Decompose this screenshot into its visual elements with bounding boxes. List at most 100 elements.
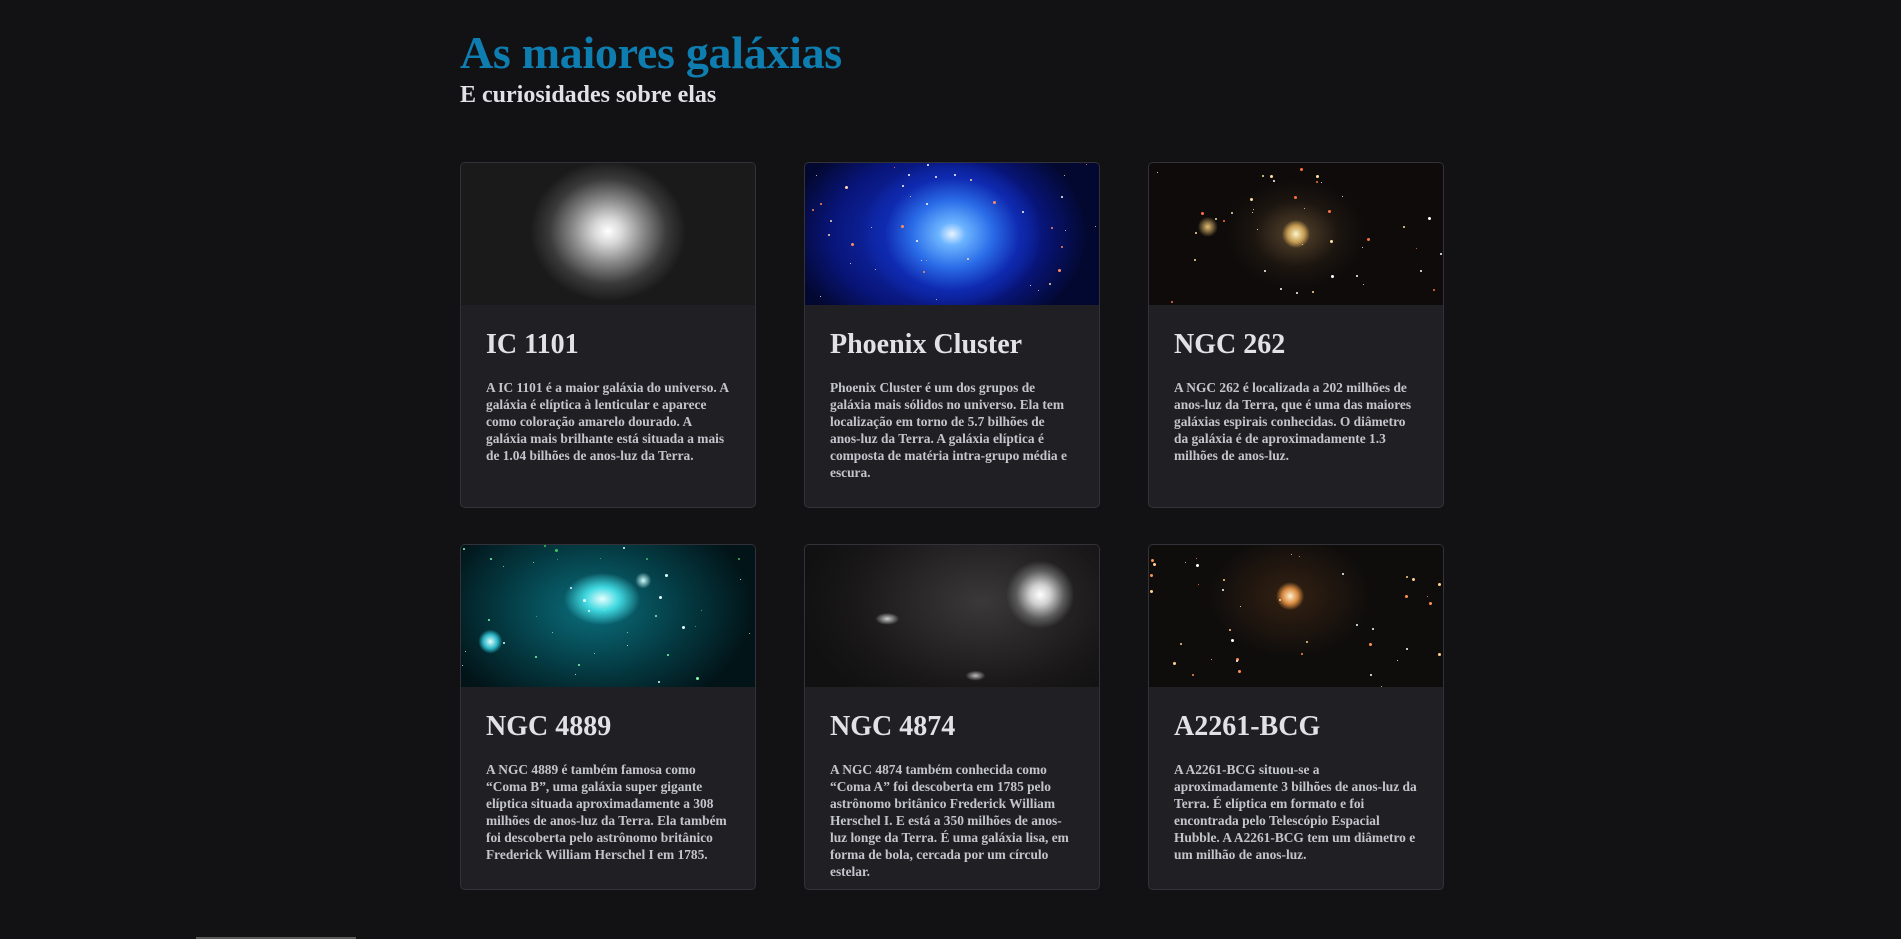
star-dot xyxy=(1302,243,1304,245)
star-dot xyxy=(1341,572,1344,575)
star-dot xyxy=(1429,602,1433,606)
star-dot xyxy=(655,614,658,617)
star-dot xyxy=(926,164,929,167)
star-dot xyxy=(820,202,823,205)
star-dot xyxy=(1363,283,1365,285)
star-dot xyxy=(552,632,554,634)
galaxy-description: A NGC 262 é localizada a 202 milhões de … xyxy=(1174,380,1412,464)
star-dot xyxy=(1316,175,1320,179)
star-dot xyxy=(1173,662,1177,666)
card-body: NGC 262 A NGC 262 é localizada a 202 mil… xyxy=(1149,305,1443,474)
star-dot xyxy=(1290,554,1292,556)
star-dot xyxy=(909,195,911,197)
star-dot xyxy=(1198,584,1200,586)
star-dot xyxy=(1331,275,1335,279)
star-dot xyxy=(1299,556,1301,558)
star-dot xyxy=(1149,589,1153,593)
galaxy-card-ngc-262[interactable]: NGC 262 A NGC 262 é localizada a 202 mil… xyxy=(1148,162,1444,508)
galaxy-card-ic-1101[interactable]: IC 1101 A IC 1101 é a maior galáxia do u… xyxy=(460,162,756,508)
star-dot xyxy=(1321,181,1323,183)
star-dot xyxy=(894,167,896,169)
star-dot xyxy=(969,179,972,182)
star-dot xyxy=(1171,301,1174,304)
star-dot xyxy=(1049,282,1052,285)
star-dot xyxy=(594,652,596,654)
page-title: As maiores galáxias xyxy=(460,27,842,78)
star-dot xyxy=(851,242,855,246)
star-field xyxy=(1149,163,1443,305)
star-dot xyxy=(461,664,463,666)
star-dot xyxy=(1211,658,1213,660)
star-dot xyxy=(658,595,662,599)
star-dot xyxy=(701,610,703,612)
star-dot xyxy=(1240,606,1242,608)
star-dot xyxy=(850,263,852,265)
star-dot xyxy=(544,545,547,547)
star-dot xyxy=(695,677,699,681)
star-dot xyxy=(915,239,918,242)
star-dot xyxy=(1061,246,1064,249)
star-dot xyxy=(1149,573,1153,577)
star-dot xyxy=(1057,269,1061,273)
star-dot xyxy=(1196,558,1198,560)
star-dot xyxy=(1405,575,1408,578)
star-dot xyxy=(503,565,505,567)
star-dot xyxy=(1402,225,1405,228)
star-dot xyxy=(1397,659,1399,661)
star-dot xyxy=(622,547,625,550)
galaxy-card-a2261-bcg[interactable]: A2261-BCG A A2261-BCG situou-se a aproxi… xyxy=(1148,544,1444,890)
star-dot xyxy=(1228,628,1231,631)
star-dot xyxy=(1370,673,1373,676)
star-dot xyxy=(1300,167,1304,171)
star-dot xyxy=(1405,595,1409,599)
star-dot xyxy=(1368,642,1372,646)
star-dot xyxy=(1086,163,1088,165)
galaxy-grid: IC 1101 A IC 1101 é a maior galáxia do u… xyxy=(460,162,1444,890)
star-dot xyxy=(1440,253,1443,256)
star-dot xyxy=(1250,198,1254,202)
star-dot xyxy=(533,562,535,564)
star-dot xyxy=(1279,288,1282,291)
galaxy-description: Phoenix Cluster é um dos grupos de galáx… xyxy=(830,380,1067,481)
star-dot xyxy=(1295,291,1298,294)
star-dot xyxy=(600,558,602,560)
star-dot xyxy=(1231,639,1235,643)
star-dot xyxy=(1022,210,1025,213)
star-dot xyxy=(1252,212,1254,214)
star-dot xyxy=(1411,577,1415,581)
page-subtitle: E curiosidades sobre elas xyxy=(460,82,717,108)
star-dot xyxy=(870,226,872,228)
star-dot xyxy=(925,203,928,206)
star-dot xyxy=(923,270,926,273)
star-dot xyxy=(503,641,506,644)
galaxy-card-ngc-4889[interactable]: NGC 4889 A NGC 4889 é também famosa como… xyxy=(460,544,756,890)
star-dot xyxy=(1038,290,1040,292)
star-dot xyxy=(555,549,559,553)
galaxy-card-phoenix-cluster[interactable]: Phoenix Cluster Phoenix Cluster é um dos… xyxy=(804,162,1100,508)
star-dot xyxy=(606,604,608,606)
star-dot xyxy=(1222,589,1225,592)
star-dot xyxy=(1060,195,1063,198)
galaxy-name: A2261-BCG xyxy=(1174,711,1321,742)
star-dot xyxy=(1304,207,1306,209)
star-dot xyxy=(907,174,910,177)
star-dot xyxy=(464,650,466,652)
card-body: A2261-BCG A A2261-BCG situou-se a aproxi… xyxy=(1149,687,1443,873)
galaxy-description: A NGC 4889 é também famosa como “Coma B”… xyxy=(486,762,727,863)
galaxy-image xyxy=(461,545,755,687)
star-dot xyxy=(1372,627,1375,630)
galaxy-description: A A2261-BCG situou-se a aproximadamente … xyxy=(1174,762,1417,863)
star-dot xyxy=(487,618,490,621)
star-dot xyxy=(1150,558,1154,562)
star-dot xyxy=(1153,563,1157,567)
star-dot xyxy=(658,681,661,684)
galaxy-name: IC 1101 xyxy=(486,329,579,360)
star-dot xyxy=(604,610,606,612)
star-dot xyxy=(926,259,928,261)
star-dot xyxy=(1361,246,1363,248)
star-dot xyxy=(627,631,629,633)
galaxy-card-ngc-4874[interactable]: NGC 4874 A NGC 4874 também conhecida com… xyxy=(804,544,1100,890)
star-dot xyxy=(1094,226,1096,228)
star-dot xyxy=(1315,180,1318,183)
star-dot xyxy=(1185,561,1187,563)
